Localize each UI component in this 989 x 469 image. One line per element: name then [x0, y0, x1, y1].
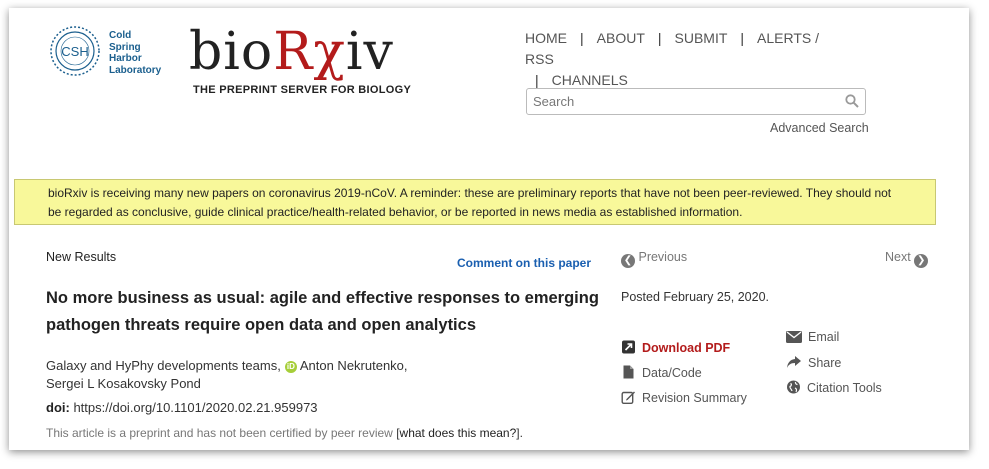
previous-link[interactable]: ❮ Previous: [621, 250, 687, 268]
page-frame: CSH Cold Spring Harbor Laboratory bioRχi…: [9, 8, 969, 450]
author-list: Galaxy and HyPhy developments teams, iD An…: [46, 357, 466, 393]
author-name[interactable]: Anton Nekrutenko,: [300, 358, 408, 373]
external-link-icon: [622, 340, 635, 354]
doi-value[interactable]: https://doi.org/10.1101/2020.02.21.95997…: [73, 400, 317, 415]
search-icon[interactable]: [845, 94, 859, 108]
csh-name: Cold Spring Harbor Laboratory: [109, 30, 162, 76]
revision-summary-link[interactable]: Revision Summary: [621, 390, 747, 405]
csh-abbrev: CSH: [61, 44, 88, 59]
doi-label: doi:: [46, 400, 70, 415]
advanced-search-link[interactable]: Advanced Search: [770, 121, 869, 135]
article-title: No more business as usual: agile and eff…: [46, 289, 599, 334]
author-name[interactable]: Sergei L Kosakovsky Pond: [46, 376, 201, 391]
comment-link[interactable]: Comment on this paper: [457, 256, 591, 270]
file-icon: [623, 365, 634, 379]
share-link[interactable]: Share: [786, 355, 841, 370]
article-section-label: New Results: [46, 250, 117, 264]
nav-channels[interactable]: CHANNELS: [552, 72, 628, 88]
share-arrow-icon: [787, 356, 801, 368]
email-link[interactable]: Email: [786, 330, 839, 344]
nav-home[interactable]: HOME: [525, 30, 567, 46]
top-nav: HOME | ABOUT | SUBMIT | ALERTS / RSS | CHANNELS: [525, 30, 820, 88]
data-code-link[interactable]: Data/Code: [621, 365, 702, 380]
biorxiv-logo[interactable]: bioRχiv THE PREPRINT SERVER FOR BIOLOGY: [189, 22, 411, 96]
tagline: THE PREPRINT SERVER FOR BIOLOGY: [193, 84, 412, 96]
csh-emblem-icon: CSH: [50, 26, 100, 76]
nav-submit[interactable]: SUBMIT: [675, 30, 728, 46]
nav-about[interactable]: ABOUT: [597, 30, 645, 46]
doi-line: doi: https://doi.org/10.1101/2020.02.21.…: [46, 400, 318, 415]
globe-icon: [787, 380, 800, 394]
peer-review-notice: This article is a preprint and has not b…: [46, 426, 523, 440]
citation-tools-link[interactable]: Citation Tools: [786, 380, 882, 395]
chevron-left-icon: ❮: [621, 254, 635, 268]
search-box: [526, 88, 866, 115]
chevron-right-icon: ❯: [914, 254, 929, 268]
author-group[interactable]: Galaxy and HyPhy developments teams,: [46, 358, 281, 373]
download-pdf-button[interactable]: Download PDF: [621, 340, 730, 355]
envelope-icon: [786, 331, 802, 343]
coronavirus-notice-banner: bioRxiv is receiving many new papers on …: [14, 179, 936, 225]
nav-alerts-rss[interactable]: ALERTS / RSS: [525, 30, 819, 67]
edit-icon: [621, 391, 635, 404]
posted-date: Posted February 25, 2020.: [621, 290, 770, 304]
csh-logo[interactable]: CSH Cold Spring Harbor Laboratory: [49, 25, 174, 85]
what-does-this-mean-link[interactable]: what does this mean?: [400, 426, 517, 440]
search-input[interactable]: [527, 89, 839, 114]
biorxiv-wordmark: bioRχiv: [189, 22, 394, 82]
next-link[interactable]: Next ❯: [885, 250, 929, 268]
orcid-icon[interactable]: iD: [284, 361, 297, 373]
